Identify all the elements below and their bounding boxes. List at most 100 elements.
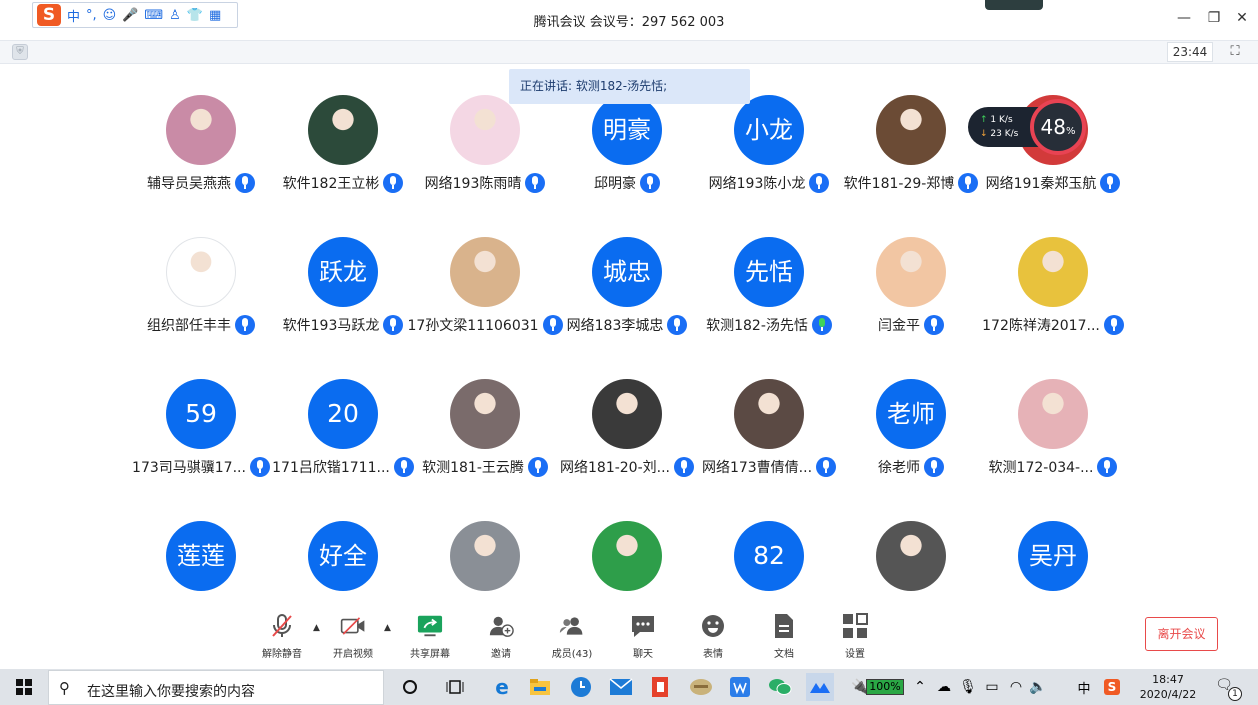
- clock-app-icon[interactable]: [567, 673, 595, 701]
- participant-name: 闫金平: [878, 318, 920, 334]
- participant-tile[interactable]: 软测172-034-...: [982, 379, 1124, 479]
- mic-status-icon: [1100, 173, 1121, 193]
- participant-name: 软测172-034-...: [988, 460, 1094, 476]
- video-options-caret-icon[interactable]: ▲: [384, 623, 391, 633]
- participant-tile[interactable]: 先恬 软测182-汤先恬: [698, 237, 840, 337]
- participant-tile[interactable]: 小龙网络193陈小龙: [698, 95, 840, 195]
- mic-status-icon: [1103, 315, 1124, 335]
- task-view-icon[interactable]: [441, 673, 469, 701]
- clock-time: 18:47: [1152, 673, 1184, 686]
- participant-name: 网络191秦郑玉航: [985, 176, 1097, 192]
- participant-tile[interactable]: 网络173曹倩倩...: [698, 379, 840, 479]
- mic-status-icon: [674, 457, 694, 477]
- participant-tile[interactable]: 老师 徐老师: [840, 379, 982, 479]
- unmute-button[interactable]: 解除静音: [251, 613, 313, 660]
- docs-button[interactable]: 文档: [753, 613, 815, 660]
- participant-name-row: 徐老师: [840, 457, 982, 477]
- input-language-indicator[interactable]: 中: [1070, 673, 1098, 701]
- mail-icon[interactable]: [607, 673, 635, 701]
- volume-icon[interactable]: 🔈: [1024, 673, 1052, 701]
- participant-tile[interactable]: 城忠 网络183李城忠: [556, 237, 698, 337]
- add-user-icon: [488, 613, 514, 639]
- office-icon[interactable]: [646, 673, 674, 701]
- mic-status-icon: [816, 457, 837, 477]
- game-app-icon[interactable]: [687, 673, 715, 701]
- avatar-photo: [876, 521, 946, 591]
- participant-tile[interactable]: 辅导员吴燕燕: [130, 95, 272, 195]
- share-screen-button[interactable]: 共享屏幕: [399, 613, 461, 660]
- participant-tile[interactable]: 跃龙 软件193马跃龙: [272, 237, 414, 337]
- members-label: 成员(43): [551, 649, 593, 660]
- participant-name: 17孙文梁11106031: [407, 318, 539, 334]
- participant-tile[interactable]: 软件182王立彬: [272, 95, 414, 195]
- chat-button[interactable]: 聊天: [612, 613, 674, 660]
- participant-name: 徐老师: [878, 460, 920, 476]
- chat-icon: [630, 613, 656, 639]
- windows-start-icon[interactable]: [0, 669, 48, 705]
- participant-tile[interactable]: 软测181-王云腾: [414, 379, 556, 479]
- edge-browser-icon[interactable]: e: [488, 673, 516, 701]
- participant-name: 组织部任丰丰: [147, 318, 231, 334]
- file-explorer-icon[interactable]: [526, 673, 554, 701]
- mic-status-icon: [527, 457, 548, 477]
- participant-tile[interactable]: 软件181-29-郑博: [840, 95, 982, 195]
- leave-meeting-button[interactable]: 离开会议: [1145, 617, 1218, 651]
- participant-name-row: 闫金平: [840, 315, 982, 335]
- participant-name-row: 网络181-20-刘...: [556, 457, 698, 477]
- participant-tile[interactable]: 59 173司马骐骥17...: [130, 379, 272, 479]
- participant-name: 软件182王立彬: [282, 176, 380, 192]
- participant-name: 辅导员吴燕燕: [147, 176, 231, 192]
- participant-name-row: 辅导员吴燕燕: [130, 173, 272, 193]
- mic-status-icon: [640, 173, 660, 193]
- sogou-tray-icon[interactable]: S: [1098, 673, 1126, 701]
- settings-button[interactable]: 设置: [824, 613, 886, 660]
- participant-tile[interactable]: 17孙文梁11106031: [407, 237, 563, 337]
- search-icon: ⚲: [59, 679, 70, 697]
- emoji-button[interactable]: 表情: [682, 613, 744, 660]
- mic-status-icon: [249, 457, 270, 477]
- mic-status-icon: [924, 315, 944, 335]
- mic-off-icon: [269, 613, 295, 639]
- avatar-initials: 莲莲: [166, 521, 236, 591]
- notification-center-icon[interactable]: 🗨 1: [1212, 677, 1242, 701]
- avatar-initials: 小龙: [734, 95, 804, 165]
- participant-name-row: 172陈祥涛2017...: [982, 315, 1124, 335]
- avatar-photo: [166, 237, 236, 307]
- cortana-icon[interactable]: [396, 673, 424, 701]
- mic-status-icon: [667, 315, 688, 335]
- audio-options-caret-icon[interactable]: ▲: [313, 623, 320, 633]
- cpu-percent: 48%: [1030, 99, 1086, 155]
- taskbar-clock[interactable]: 18:47 2020/4/22: [1135, 672, 1201, 702]
- participant-name-row: 软测181-王云腾: [414, 457, 556, 477]
- avatar-photo: [1018, 237, 1088, 307]
- participant-name-row: 网络183李城忠: [556, 315, 698, 335]
- mic-status-icon: [809, 173, 830, 193]
- participant-tile[interactable]: 172陈祥涛2017...: [982, 237, 1124, 337]
- wps-icon[interactable]: [726, 673, 754, 701]
- members-button[interactable]: 成员(43): [541, 613, 603, 660]
- participant-tile[interactable]: 明豪 邱明豪: [556, 95, 698, 195]
- avatar-initials: 59: [166, 379, 236, 449]
- tencent-meeting-icon[interactable]: [806, 673, 834, 701]
- participant-name-row: 网络193陈雨晴: [414, 173, 556, 193]
- share-screen-label: 共享屏幕: [410, 649, 450, 660]
- participant-tile[interactable]: 网络181-20-刘...: [556, 379, 698, 479]
- start-video-button[interactable]: 开启视频: [322, 613, 384, 660]
- participant-name-row: 网络193陈小龙: [698, 173, 840, 193]
- mic-status-icon: [235, 315, 255, 335]
- participant-tile[interactable]: 20 171吕欣锴1711...: [272, 379, 414, 479]
- participant-tile[interactable]: 组织部任丰丰: [130, 237, 272, 337]
- mic-status-icon: [383, 173, 404, 193]
- taskbar-search-box[interactable]: ⚲ 在这里输入你要搜索的内容: [48, 670, 384, 705]
- invite-button[interactable]: 邀请: [470, 613, 532, 660]
- document-icon: [771, 613, 797, 639]
- battery-indicator[interactable]: 100%: [866, 679, 904, 695]
- mic-status-icon: [235, 173, 255, 193]
- participant-name-row: 171吕欣锴1711...: [272, 457, 414, 477]
- participant-tile[interactable]: 网络193陈雨晴: [414, 95, 556, 195]
- avatar-photo: [450, 379, 520, 449]
- participant-tile[interactable]: 闫金平: [840, 237, 982, 337]
- participant-name-row: 软件193马跃龙: [272, 315, 414, 335]
- network-monitor[interactable]: ↑ 1 K/s ↓ 23 K/s 48%: [968, 99, 1086, 155]
- wechat-icon[interactable]: [766, 673, 794, 701]
